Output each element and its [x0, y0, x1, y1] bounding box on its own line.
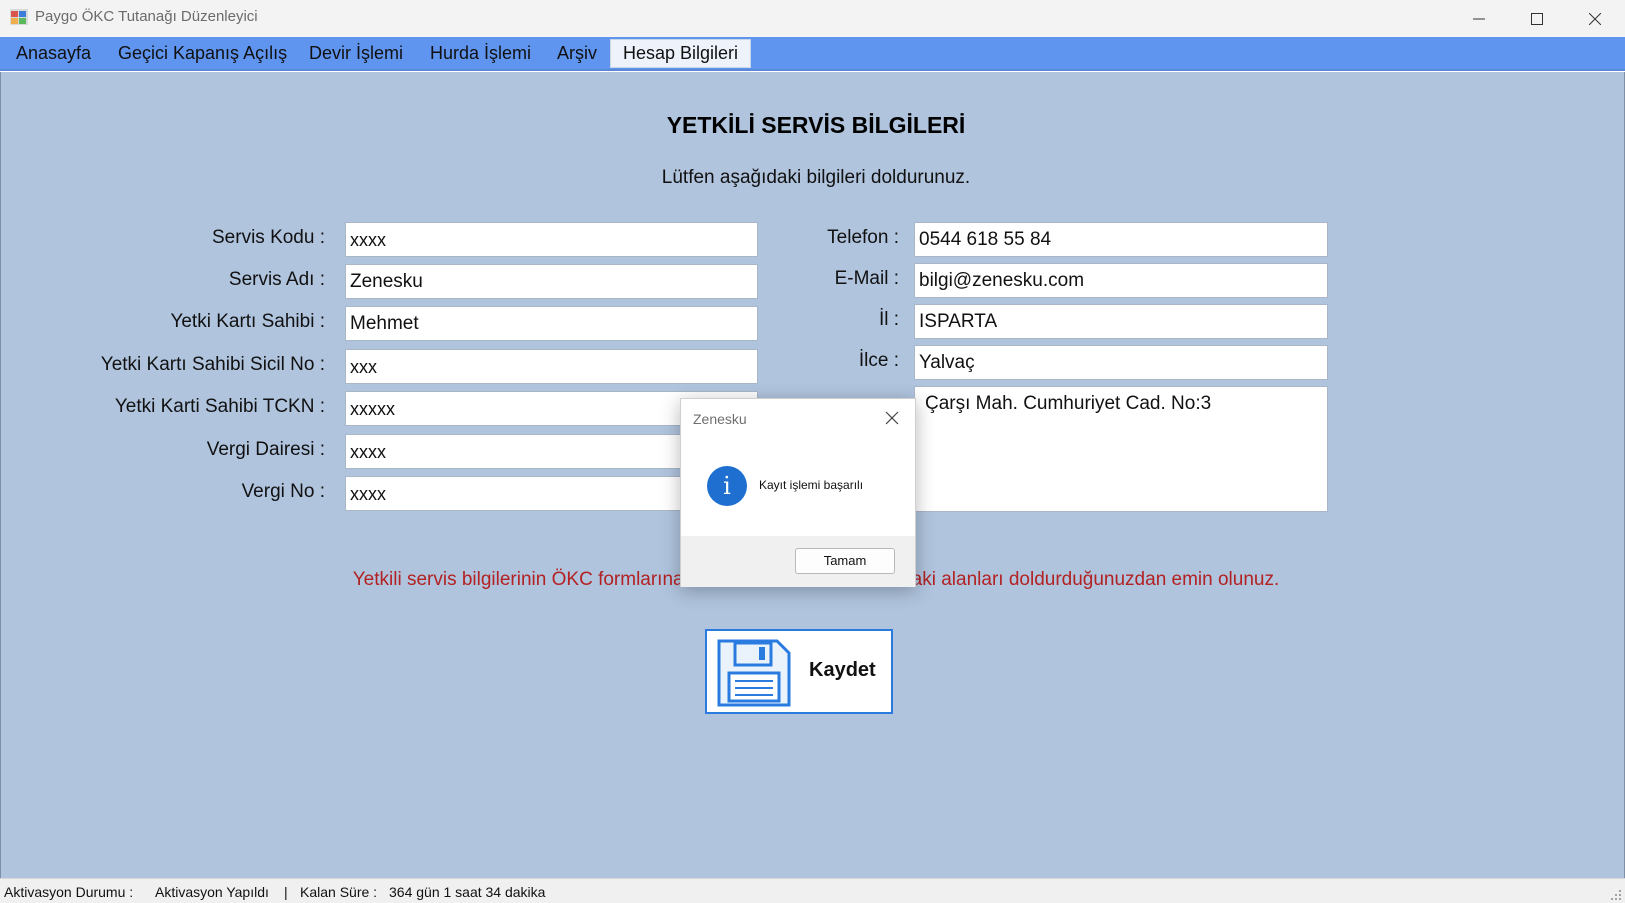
status-bar: Aktivasyon Durumu : Aktivasyon Yapıldı |… — [0, 878, 1625, 903]
title-bar: Paygo ÖKC Tutanağı Düzenleyici — [0, 0, 1625, 37]
label-il: İl : — [878, 309, 899, 330]
dialog-message: Kayıt işlemi başarılı — [759, 478, 864, 492]
servis-adi-field[interactable]: Zenesku — [345, 264, 758, 299]
menu-item-gecici-kapanis[interactable]: Geçici Kapanış Açılış — [106, 37, 299, 69]
label-yetki-karti-sahibi: Yetki Kartı Sahibi : — [170, 311, 325, 332]
save-button[interactable]: Kaydet — [705, 629, 893, 714]
menu-item-devir[interactable]: Devir İşlemi — [297, 37, 415, 69]
ilce-field[interactable]: Yalvaç — [914, 345, 1328, 380]
page-subtitle: Lütfen aşağıdaki bilgileri doldurunuz. — [661, 167, 971, 188]
adres-field[interactable]: Çarşı Mah. Cumhuriyet Cad. No:3 — [914, 386, 1328, 512]
label-vergi-no: Vergi No : — [241, 481, 325, 502]
label-vergi-dairesi: Vergi Dairesi : — [206, 439, 325, 460]
dialog-footer: Tamam — [681, 536, 915, 587]
menu-item-hesap-bilgileri[interactable]: Hesap Bilgileri — [610, 39, 752, 68]
activation-value: Aktivasyon Yapıldı — [155, 884, 269, 900]
close-button[interactable] — [1566, 0, 1624, 37]
yetki-karti-sahibi-field[interactable]: Mehmet — [345, 306, 758, 341]
activation-label: Aktivasyon Durumu : — [4, 884, 134, 900]
label-ilce: İlce : — [858, 350, 899, 371]
window-title: Paygo ÖKC Tutanağı Düzenleyici — [35, 8, 258, 25]
menu-item-hurda[interactable]: Hurda İşlemi — [418, 37, 543, 69]
servis-kodu-field[interactable]: xxxx — [345, 222, 758, 257]
remaining-value: 364 gün 1 saat 34 dakika — [389, 884, 546, 900]
menu-item-arsiv[interactable]: Arşiv — [545, 37, 609, 69]
label-servis-adi: Servis Adı : — [228, 269, 325, 290]
dialog-close-icon[interactable] — [885, 411, 899, 425]
label-servis-kodu: Servis Kodu : — [212, 227, 325, 248]
close-icon — [1589, 12, 1601, 25]
menu-item-anasayfa[interactable]: Anasayfa — [4, 37, 103, 69]
maximize-button[interactable] — [1508, 0, 1566, 37]
message-dialog: Zenesku i Kayıt işlemi başarılı Tamam — [680, 398, 916, 587]
dialog-title: Zenesku — [693, 411, 747, 427]
sicil-no-field[interactable]: xxx — [345, 349, 758, 384]
floppy-disk-icon — [717, 639, 791, 707]
info-icon: i — [707, 466, 747, 506]
status-separator: | — [284, 884, 288, 900]
label-sicil-no: Yetki Kartı Sahibi Sicil No : — [100, 354, 325, 375]
label-tckn: Yetki Karti Sahibi TCKN : — [114, 396, 325, 417]
menu-bar: Anasayfa Geçici Kapanış Açılış Devir İşl… — [0, 37, 1625, 71]
ok-button[interactable]: Tamam — [795, 548, 895, 574]
minimize-icon — [1473, 18, 1485, 19]
save-button-label: Kaydet — [809, 659, 876, 681]
app-icon — [10, 9, 28, 25]
page-title: YETKİLİ SERVİS BİLGİLERİ — [666, 112, 966, 138]
minimize-button[interactable] — [1450, 0, 1508, 37]
telefon-field[interactable]: 0544 618 55 84 — [914, 222, 1328, 257]
label-telefon: Telefon : — [827, 227, 899, 248]
remaining-label: Kalan Süre : — [300, 884, 378, 900]
maximize-icon — [1531, 12, 1543, 25]
il-field[interactable]: ISPARTA — [914, 304, 1328, 339]
email-field[interactable]: bilgi@zenesku.com — [914, 263, 1328, 298]
label-email: E-Mail : — [834, 268, 899, 289]
resize-grip-icon[interactable] — [1608, 887, 1622, 901]
